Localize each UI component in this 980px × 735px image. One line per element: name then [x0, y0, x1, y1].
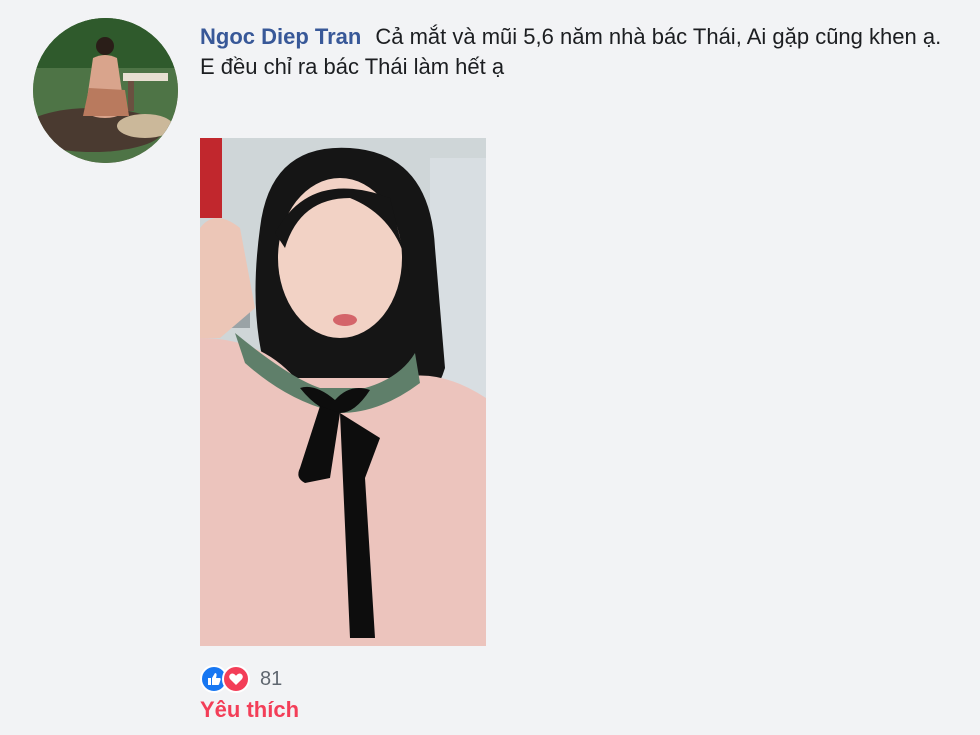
photo-image: [200, 138, 486, 646]
avatar-image: [33, 18, 178, 163]
reactions-summary[interactable]: 81: [200, 665, 282, 693]
comment-author[interactable]: Ngoc Diep Tran: [200, 24, 361, 49]
comment-body: Ngoc Diep Tran Cả mắt và mũi 5,6 năm nhà …: [200, 22, 960, 82]
comment-photo[interactable]: [200, 138, 486, 646]
avatar[interactable]: [33, 18, 178, 163]
reaction-count: 81: [260, 667, 283, 690]
love-icon: [222, 665, 250, 693]
love-reaction-button[interactable]: Yêu thích: [200, 697, 299, 723]
